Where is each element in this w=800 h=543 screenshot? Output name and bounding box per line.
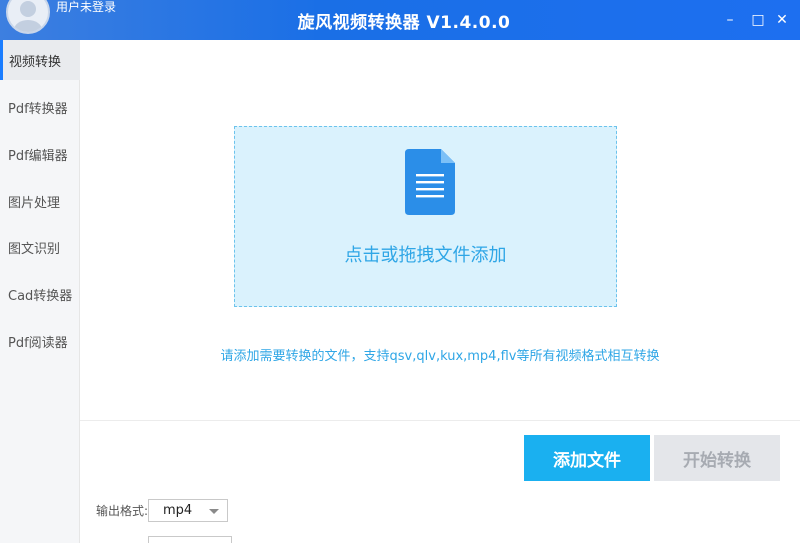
output-path-field[interactable] — [148, 536, 232, 543]
sidebar-item-ocr[interactable]: 图文识别 — [0, 227, 80, 267]
document-icon — [405, 149, 455, 219]
sidebar-item-pdf-converter[interactable]: Pdf转换器 — [0, 87, 80, 127]
sidebar-item-pdf-reader[interactable]: Pdf阅读器 — [0, 321, 80, 361]
title-bar: 用户未登录 旋风视频转换器 V1.4.0.0 – □ ✕ — [0, 0, 800, 40]
drop-zone-label: 点击或拖拽文件添加 — [344, 245, 507, 266]
section-divider — [80, 420, 800, 421]
start-convert-button[interactable]: 开始转换 — [654, 435, 780, 481]
output-format-value: mp4 — [163, 503, 193, 518]
sidebar-item-pdf-editor[interactable]: Pdf编辑器 — [0, 134, 80, 174]
sidebar-item-image-process[interactable]: 图片处理 — [0, 181, 80, 221]
maximize-button[interactable]: □ — [748, 10, 768, 30]
sidebar-item-cad-converter[interactable]: Cad转换器 — [0, 274, 80, 314]
supported-formats-hint: 请添加需要转换的文件，支持qsv,qlv,kux,mp4,flv等所有视频格式相… — [220, 349, 660, 364]
chevron-down-icon — [209, 509, 219, 514]
add-file-button[interactable]: 添加文件 — [524, 435, 650, 481]
file-drop-zone[interactable]: 点击或拖拽文件添加 — [234, 126, 617, 307]
app-title: 旋风视频转换器 V1.4.0.0 — [297, 13, 511, 33]
close-button[interactable]: ✕ — [772, 10, 792, 30]
minimize-button[interactable]: – — [720, 10, 740, 30]
output-format-label: 输出格式: — [96, 504, 149, 518]
sidebar: 视频转换 Pdf转换器 Pdf编辑器 图片处理 图文识别 Cad转换器 Pdf阅… — [0, 40, 80, 543]
sidebar-item-video-convert[interactable]: 视频转换 — [0, 40, 80, 80]
output-format-select[interactable]: mp4 — [148, 499, 228, 522]
